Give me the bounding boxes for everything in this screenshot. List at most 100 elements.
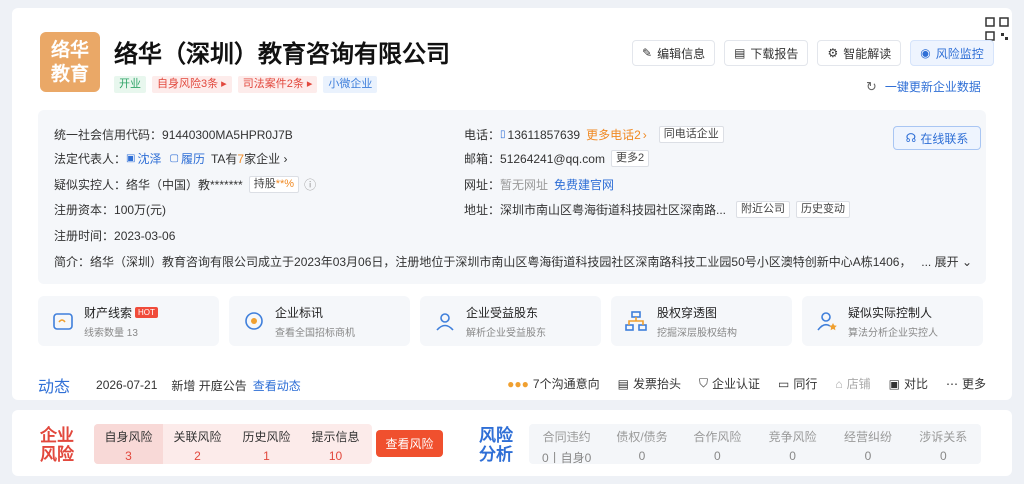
website-label: 网址： — [464, 178, 501, 192]
risk-cell-related[interactable]: 关联风险 2 — [163, 424, 232, 464]
dynamic-text: 新增 开庭公告 — [171, 378, 247, 393]
pencil-icon: ✎ — [642, 46, 653, 60]
address-row: 地址： 深圳市南山区粤海街道科技园社区深南路... 附近公司 历史变动 — [464, 201, 851, 218]
controller-label: 疑似实控人： — [54, 178, 127, 192]
qrcode-icon[interactable] — [984, 16, 1010, 42]
risk-cell-hints[interactable]: 提示信息 10 — [301, 424, 370, 464]
status-tag[interactable]: 开业 — [114, 76, 146, 93]
phone-icon: ▯ — [500, 129, 506, 140]
analysis-cell-cooperation[interactable]: 合作风险 0 — [680, 424, 755, 464]
phone-label: 电话： — [464, 128, 501, 142]
feature-sub: 挖掘深层股权结构 — [657, 327, 737, 339]
risk-monitor-button[interactable]: ◉ 风险监控 — [910, 40, 994, 66]
credit-code-value[interactable]: 91440300MA5HPR0J7B — [162, 128, 293, 142]
avatar: ▣ — [126, 153, 136, 164]
update-data-link[interactable]: ↻ 一键更新企业数据 — [866, 78, 981, 95]
invoice-icon: ▤ — [617, 376, 629, 391]
judicial-case-tag[interactable]: 司法案件2条 ▸ — [237, 76, 318, 93]
view-risk-button[interactable]: 查看风险 — [376, 430, 443, 457]
email-row: 邮箱： 51264241@qq.com 更多2 — [464, 150, 650, 167]
wallet-icon — [53, 313, 73, 330]
view-dynamic-link[interactable]: 查看动态 — [253, 377, 301, 394]
invoice-title-button[interactable]: ▤ 发票抬头 — [618, 375, 681, 392]
avatars-icon: ●●● — [507, 376, 529, 391]
help-icon[interactable]: ⓘ — [304, 176, 316, 193]
logo-line-2: 教育 — [50, 64, 89, 85]
reg-time-row: 注册时间： 2023-03-06 — [54, 227, 175, 244]
phone-row: 电话： ▯ 13611857639 更多电话2 › 同电话企业 — [464, 126, 724, 143]
phone-value[interactable]: 13611857639 — [508, 128, 581, 142]
same-phone-button[interactable]: 同电话企业 — [658, 126, 724, 143]
analysis-cell-debt[interactable]: 债权/债务 0 — [604, 424, 679, 464]
online-contact-button[interactable]: ☊ 在线联系 — [893, 126, 981, 150]
edit-info-button[interactable]: ✎ 编辑信息 — [632, 40, 716, 66]
risk-grid: 自身风险 3 关联风险 2 历史风险 1 提示信息 10 — [94, 424, 372, 464]
peers-button[interactable]: ▭ 同行 — [778, 375, 817, 392]
risk-cell-history[interactable]: 历史风险 1 — [232, 424, 301, 464]
ai-interpret-label: 智能解读 — [843, 46, 892, 61]
ta-companies-link[interactable]: TA有7家企业 › — [211, 150, 288, 167]
company-tags: 开业 自身风险3条 ▸ 司法案件2条 ▸ 小微企业 — [114, 76, 378, 93]
risk-cell-self[interactable]: 自身风险 3 — [94, 424, 163, 464]
email-value[interactable]: 51264241@qq.com — [500, 152, 605, 166]
dynamic-tools: ●●● 7个沟通意向 ▤ 发票抬头 ⛉ 企业认证 ▭ 同行 ⌂ 店铺 ▣ 对比 ⋯ 更多 — [507, 375, 986, 392]
reg-time-label: 注册时间： — [54, 229, 115, 243]
expand-button[interactable]: ... 展开 ⌄ — [921, 253, 972, 270]
feature-sub: 解析企业受益股东 — [466, 327, 546, 339]
communication-intent-button[interactable]: ●●● 7个沟通意向 — [507, 375, 599, 392]
ai-interpret-button[interactable]: ⚙ 智能解读 — [817, 40, 902, 66]
eye-icon: ◉ — [920, 46, 931, 60]
self-risk-tag[interactable]: 自身风险3条 ▸ — [152, 76, 232, 93]
analysis-cell-litigation[interactable]: 涉诉关系 0 — [906, 424, 981, 464]
dynamic-bar: 动态 2026-07-21 新增 开庭公告 查看动态 ●●● 7个沟通意向 ▤ 发票… — [38, 372, 986, 398]
feature-cards: 财产线索 HOT 线索数量 13 企业标讯 查看全国招标商机 企业受益股东 解析企业受益… — [38, 296, 986, 346]
company-logo: 络华 教育 — [40, 32, 100, 92]
feature-title: 财产线索 — [84, 305, 133, 320]
company-name: 络华（深圳）教育咨询有限公司 — [114, 41, 450, 68]
user-icon — [436, 313, 454, 331]
online-contact-label: 在线联系 — [920, 131, 969, 146]
address-label: 地址： — [464, 203, 501, 217]
hierarchy-icon — [625, 311, 647, 331]
feature-actual-controller[interactable]: 疑似实际控制人 算法分析企业实控人 — [802, 296, 983, 346]
feature-equity-chart[interactable]: 股权穿透图 挖掘深层股权结构 — [611, 296, 792, 346]
ellipsis-icon: ⋯ — [945, 376, 958, 391]
history-changes-button[interactable]: 历史变动 — [796, 201, 851, 218]
more-button[interactable]: ⋯ 更多 — [946, 375, 986, 392]
feature-beneficiary[interactable]: 企业受益股东 解析企业受益股东 — [420, 296, 601, 346]
website-value: 暂无网址 — [500, 178, 549, 192]
analysis-grid: 合同违约 0丨自身0 债权/债务 0 合作风险 0 竞争风险 0 经营纠纷 0 涉诉关系 0 — [529, 424, 981, 465]
feature-bidding[interactable]: 企业标讯 查看全国招标商机 — [229, 296, 410, 346]
shop-button[interactable]: ⌂ 店铺 — [835, 375, 870, 392]
credit-code-row: 统一社会信用代码： 91440300MA5HPR0J7B — [54, 126, 293, 143]
user-star-icon — [817, 312, 837, 331]
analysis-cell-competition[interactable]: 竞争风险 0 — [755, 424, 830, 464]
download-report-label: 下载报告 — [750, 46, 799, 61]
resume-link[interactable]: 履历 — [181, 150, 205, 167]
feature-property-clues[interactable]: 财产线索 HOT 线索数量 13 — [38, 296, 219, 346]
analysis-cell-contract[interactable]: 合同违约 0丨自身0 — [529, 424, 604, 465]
download-report-button[interactable]: ▤ 下载报告 — [724, 40, 809, 66]
company-cert-button[interactable]: ⛉ 企业认证 — [699, 375, 760, 392]
chevron-right-icon: › — [642, 127, 647, 142]
credit-code-label: 统一社会信用代码： — [54, 128, 163, 142]
address-value[interactable]: 深圳市南山区粤海街道科技园社区深南路... — [500, 201, 726, 218]
reg-time-value: 2023-03-06 — [114, 228, 176, 243]
company-size-tag[interactable]: 小微企业 — [323, 76, 378, 93]
feature-sub: 查看全国招标商机 — [275, 327, 355, 339]
compare-button[interactable]: ▣ 对比 — [889, 375, 928, 392]
more-phone-link[interactable]: 更多电话2 — [586, 126, 641, 143]
legal-rep-label: 法定代表人： — [54, 152, 127, 166]
dynamic-date: 2026-07-21 — [96, 378, 158, 392]
risk-label: 企业 风险 — [40, 426, 74, 464]
email-label: 邮箱： — [464, 152, 501, 166]
controller-value[interactable]: 络华（中国）教******* — [126, 176, 243, 193]
target-icon — [245, 312, 263, 330]
more-email-button[interactable]: 更多2 — [610, 150, 650, 167]
company-header-card: 络华 教育 络华（深圳）教育咨询有限公司 开业 自身风险3条 ▸ 司法案件2条 … — [12, 8, 1012, 400]
analysis-cell-dispute[interactable]: 经营纠纷 0 — [830, 424, 905, 464]
shield-icon: ⛉ — [698, 376, 708, 390]
legal-rep-link[interactable]: 沈泽 — [137, 150, 161, 167]
nearby-companies-button[interactable]: 附近公司 — [736, 201, 791, 218]
build-site-link[interactable]: 免费建官网 — [554, 176, 614, 193]
